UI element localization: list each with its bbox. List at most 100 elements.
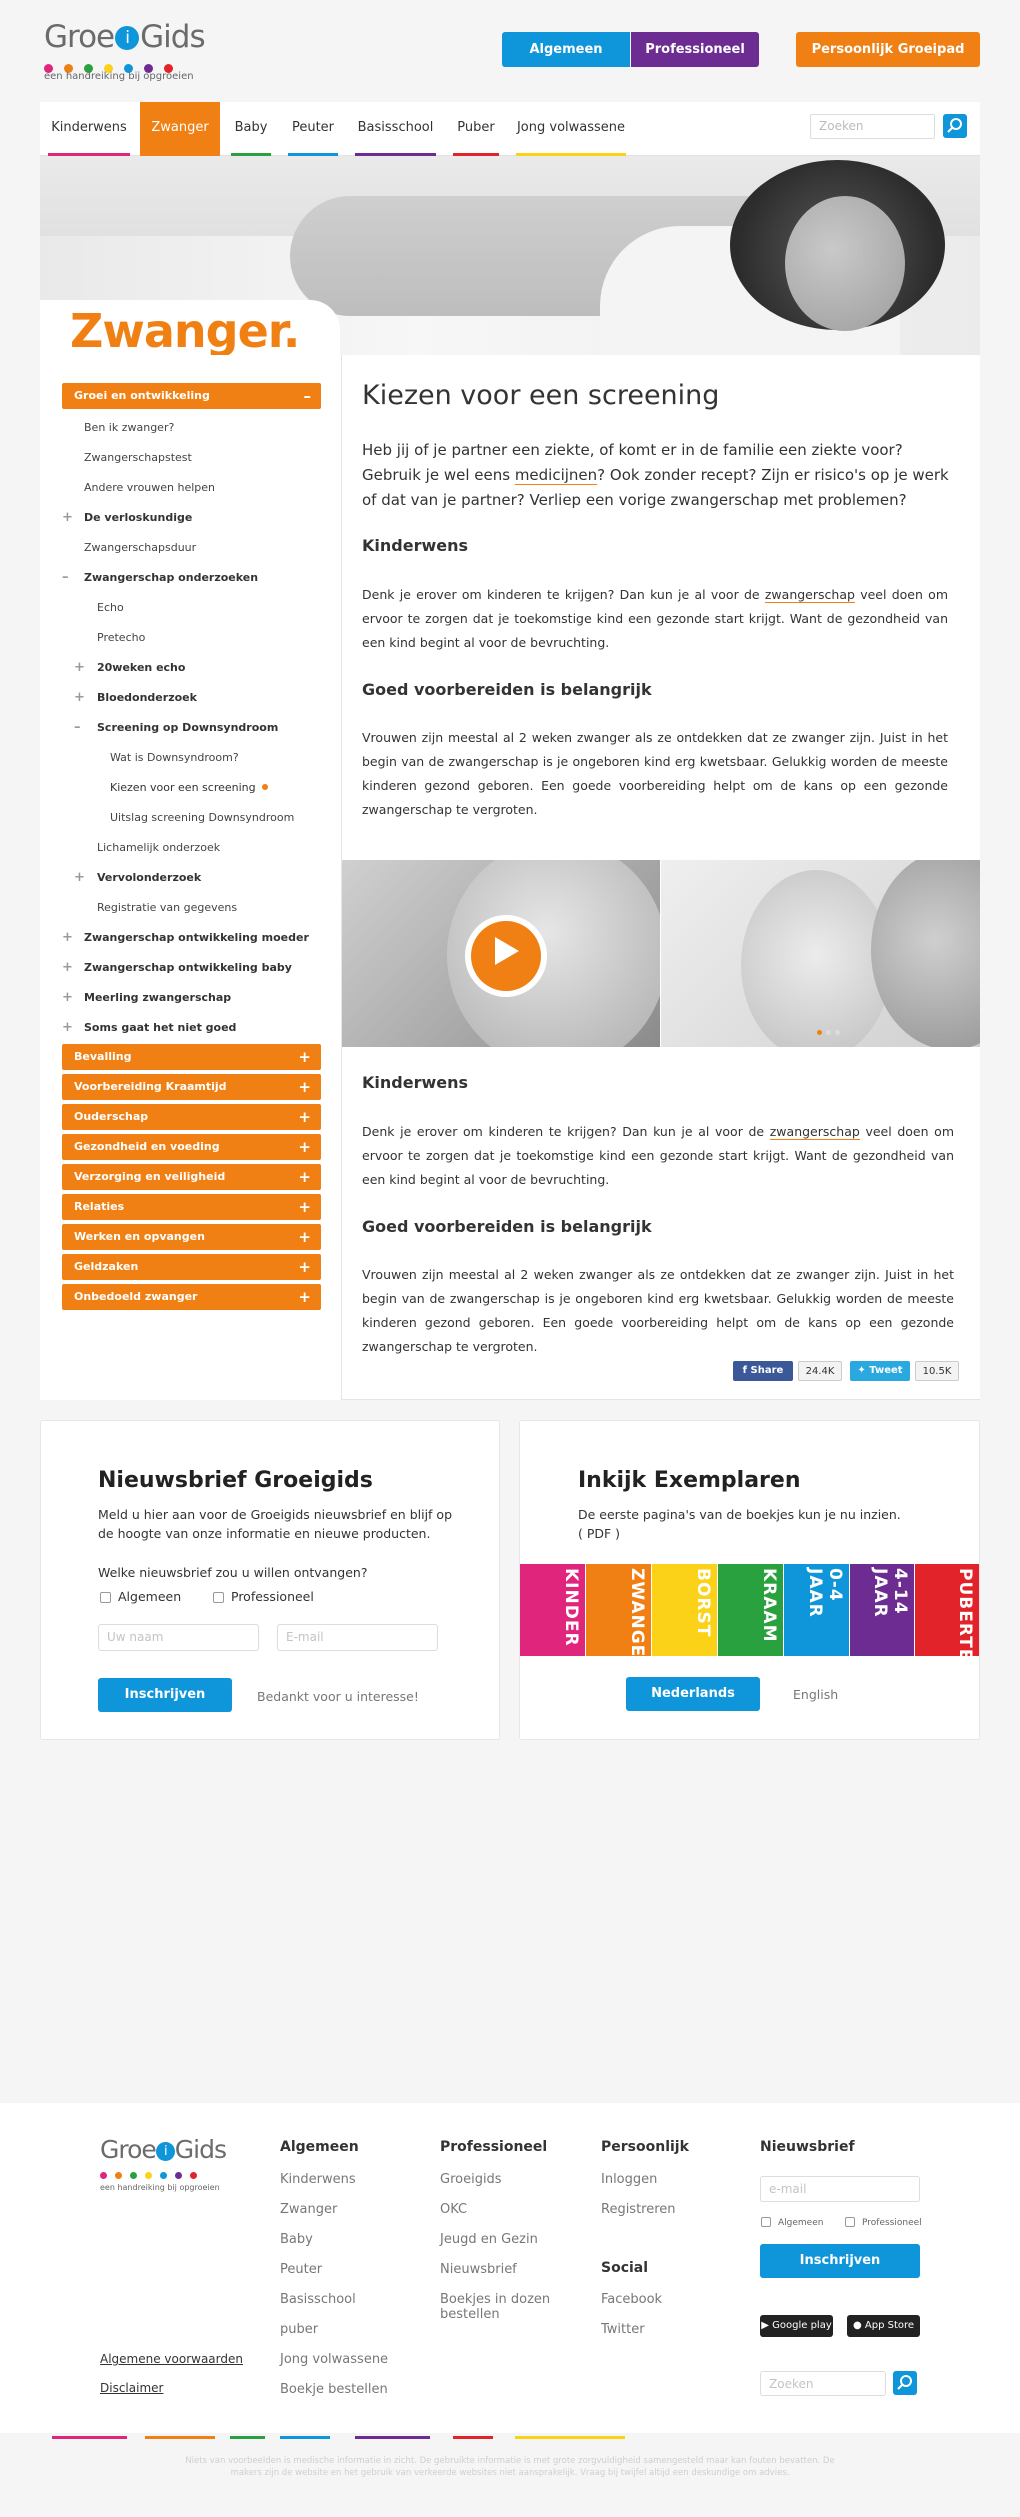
booklet-cover-puberteit[interactable]: PUBERTEIT bbox=[915, 1564, 979, 1656]
footer-link[interactable]: puber bbox=[280, 2322, 318, 2337]
checkbox[interactable] bbox=[845, 2217, 855, 2227]
play-button[interactable] bbox=[465, 915, 547, 997]
slider-dot[interactable] bbox=[835, 1030, 840, 1035]
footer-link[interactable]: Peuter bbox=[280, 2262, 322, 2277]
footer-link[interactable]: Basisschool bbox=[280, 2292, 356, 2307]
footer-link[interactable]: Baby bbox=[280, 2232, 313, 2247]
sidebar-item[interactable]: Lichamelijk onderzoek bbox=[40, 835, 342, 861]
sidebar-item[interactable]: Pretecho bbox=[40, 625, 342, 651]
footer-link[interactable]: Groeigids bbox=[440, 2172, 502, 2187]
footer-logo[interactable]: Groe i Gids een handreiking bij opgroeien bbox=[100, 2136, 227, 2192]
booklet-cover-borstvoeding[interactable]: BORST bbox=[652, 1564, 717, 1656]
sidebar-item[interactable]: Ben ik zwanger? bbox=[40, 415, 342, 441]
sidebar-section[interactable]: Werken en opvangen + bbox=[62, 1224, 321, 1250]
nav-item-zwanger[interactable]: Zwanger bbox=[140, 102, 220, 156]
sidebar-item[interactable]: + Bloedonderzoek bbox=[40, 685, 342, 711]
footer-link[interactable]: Twitter bbox=[601, 2322, 645, 2337]
sidebar-item[interactable]: – Zwangerschap onderzoeken bbox=[40, 565, 342, 591]
sidebar-item[interactable]: + De verloskundige bbox=[40, 505, 342, 531]
name-input[interactable]: Uw naam bbox=[98, 1624, 259, 1651]
link-zwangerschap[interactable]: zwangerschap bbox=[764, 587, 855, 603]
disclaimer-link[interactable]: Disclaimer bbox=[100, 2381, 163, 2395]
sidebar-item[interactable]: Wat is Downsyndroom? bbox=[40, 745, 342, 771]
sidebar-section[interactable]: Geldzaken + bbox=[62, 1254, 321, 1280]
footer-search-button[interactable] bbox=[893, 2371, 917, 2395]
booklet-cover-0-4-jaar[interactable]: 0-4 JAAR bbox=[784, 1564, 849, 1656]
footer-link[interactable]: Facebook bbox=[601, 2292, 662, 2307]
footer-link[interactable]: Jeugd en Gezin bbox=[440, 2232, 538, 2247]
sidebar-section[interactable]: Ouderschap + bbox=[62, 1104, 321, 1130]
footer-subscribe-button[interactable]: Inschrijven bbox=[760, 2244, 920, 2278]
footer-link[interactable]: Boekjes in dozen bestellen bbox=[440, 2292, 560, 2322]
sidebar-item[interactable]: Uitslag screening Downsyndroom bbox=[40, 805, 342, 831]
footer-link[interactable]: Nieuwsbrief bbox=[440, 2262, 517, 2277]
footer-link[interactable]: Jong volwassene bbox=[280, 2352, 388, 2367]
slider-image[interactable] bbox=[661, 860, 980, 1047]
search-button[interactable] bbox=[943, 114, 967, 138]
sidebar-section[interactable]: Verzorging en veiligheid + bbox=[62, 1164, 321, 1190]
nav-item-kinderwens[interactable]: Kinderwens bbox=[40, 102, 138, 156]
sidebar-section-groei-en-ontwikkeling[interactable]: Groei en ontwikkeling – bbox=[62, 383, 321, 409]
nav-item-peuter[interactable]: Peuter bbox=[280, 102, 346, 156]
terms-link[interactable]: Algemene voorwaarden bbox=[100, 2352, 243, 2366]
footer-link[interactable]: Registreren bbox=[601, 2202, 676, 2217]
app-store-badge[interactable]: ● App Store bbox=[847, 2315, 920, 2337]
sidebar-item[interactable]: +20weken echo bbox=[40, 655, 342, 681]
newsletter-option-algemeen[interactable]: Algemeen bbox=[100, 1587, 181, 1606]
sidebar-item[interactable]: + Soms gaat het niet goed bbox=[40, 1015, 342, 1041]
booklet-cover-kinderwens[interactable]: KINDER bbox=[520, 1564, 585, 1656]
email-input[interactable]: E-mail bbox=[277, 1624, 438, 1651]
nav-item-baby[interactable]: Baby bbox=[223, 102, 279, 156]
sidebar-item[interactable]: Echo bbox=[40, 595, 342, 621]
nav-item-puber[interactable]: Puber bbox=[445, 102, 507, 156]
slider-dot[interactable] bbox=[826, 1030, 831, 1035]
language-nl-button[interactable]: Nederlands bbox=[626, 1677, 760, 1711]
booklet-cover-kraam[interactable]: KRAAM bbox=[718, 1564, 783, 1656]
booklet-cover-4-14-jaar[interactable]: 4-14 JAAR bbox=[850, 1564, 914, 1656]
nav-item-jong-volwassene[interactable]: Jong volwassene bbox=[508, 102, 634, 156]
link-medicijnen[interactable]: medicijnen bbox=[514, 466, 598, 485]
checkbox[interactable] bbox=[761, 2217, 771, 2227]
sidebar-item[interactable]: + Vervolonderzoek bbox=[40, 865, 342, 891]
sidebar-item[interactable]: Zwangerschapstest bbox=[40, 445, 342, 471]
sidebar-item[interactable]: Andere vrouwen helpen bbox=[40, 475, 342, 501]
checkbox[interactable] bbox=[100, 1592, 111, 1603]
footer-link[interactable]: OKC bbox=[440, 2202, 467, 2217]
sidebar-section[interactable]: Bevalling + bbox=[62, 1044, 321, 1070]
sidebar-section[interactable]: Voorbereiding Kraamtijd + bbox=[62, 1074, 321, 1100]
link-zwangerschap[interactable]: zwangerschap bbox=[769, 1124, 860, 1140]
footer-link[interactable]: Kinderwens bbox=[280, 2172, 356, 2187]
subscribe-button[interactable]: Inschrijven bbox=[98, 1678, 232, 1712]
newsletter-option-professioneel[interactable]: Professioneel bbox=[213, 1587, 314, 1606]
logo[interactable]: Groe i Gids een handreiking bij opgroeien bbox=[44, 20, 214, 88]
personal-growth-button[interactable]: Persoonlijk Groeipad bbox=[796, 32, 980, 67]
footer-link[interactable]: Inloggen bbox=[601, 2172, 657, 2187]
twitter-tweet-button[interactable]: ✦ Tweet bbox=[850, 1361, 910, 1381]
language-en-link[interactable]: English bbox=[793, 1687, 838, 1702]
sidebar-item[interactable]: Zwangerschapsduur bbox=[40, 535, 342, 561]
professional-button[interactable]: Professioneel bbox=[631, 32, 759, 67]
sidebar-item[interactable]: Registratie van gegevens bbox=[40, 895, 342, 921]
sidebar-item[interactable]: + Meerling zwangerschap bbox=[40, 985, 342, 1011]
footer-link[interactable]: Boekje bestellen bbox=[280, 2382, 388, 2397]
google-play-badge[interactable]: ▶ Google play bbox=[760, 2315, 833, 2337]
sidebar-item[interactable]: + Zwangerschap ontwikkeling moeder bbox=[40, 925, 342, 951]
nav-item-basisschool[interactable]: Basisschool bbox=[347, 102, 444, 156]
booklet-cover-zwanger[interactable]: ZWANGER bbox=[586, 1564, 651, 1656]
sidebar-section[interactable]: Gezondheid en voeding + bbox=[62, 1134, 321, 1160]
footer-option-algemeen[interactable]: Algemeen bbox=[761, 2217, 823, 2228]
general-button[interactable]: Algemeen bbox=[502, 32, 630, 67]
sidebar-section[interactable]: Onbedoeld zwanger + bbox=[62, 1284, 321, 1310]
sidebar-item-active[interactable]: Kiezen voor een screening bbox=[40, 775, 342, 801]
search-input[interactable]: Zoeken bbox=[810, 114, 935, 139]
footer-option-professioneel[interactable]: Professioneel bbox=[845, 2217, 922, 2228]
sidebar-item[interactable]: + Zwangerschap ontwikkeling baby bbox=[40, 955, 342, 981]
footer-link[interactable]: Zwanger bbox=[280, 2202, 337, 2217]
slider-dot[interactable] bbox=[817, 1030, 822, 1035]
checkbox[interactable] bbox=[213, 1592, 224, 1603]
sidebar-item[interactable]: – Screening op Downsyndroom bbox=[40, 715, 342, 741]
sidebar-section[interactable]: Relaties + bbox=[62, 1194, 321, 1220]
facebook-share-button[interactable]: f Share bbox=[733, 1361, 793, 1381]
footer-search-input[interactable]: Zoeken bbox=[760, 2371, 886, 2396]
footer-email-input[interactable]: e-mail bbox=[760, 2176, 920, 2202]
